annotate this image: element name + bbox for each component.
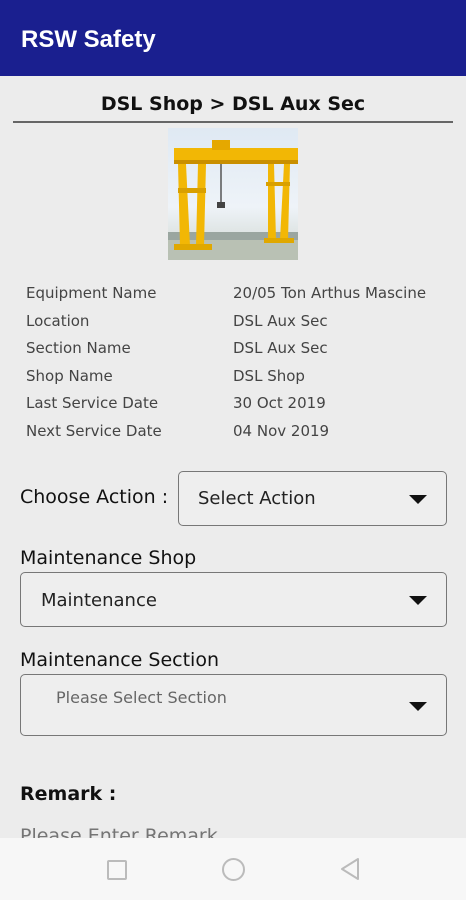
detail-label: Section Name	[26, 339, 131, 358]
detail-row: Next Service Date 04 Nov 2019	[26, 422, 456, 450]
action-dropdown[interactable]: Select Action	[178, 471, 447, 526]
detail-row: Shop Name DSL Shop	[26, 367, 456, 395]
breadcrumb: DSL Shop > DSL Aux Sec	[100, 93, 366, 115]
detail-value: DSL Aux Sec	[233, 311, 328, 330]
back-triangle-icon[interactable]	[339, 857, 361, 885]
detail-value: DSL Shop	[233, 366, 305, 385]
detail-value: DSL Aux Sec	[233, 339, 328, 358]
dropdown-arrow-icon	[409, 596, 427, 605]
equipment-photo	[168, 128, 298, 260]
choose-action-label: Choose Action :	[20, 486, 169, 508]
divider	[13, 121, 453, 123]
app-title: RSW Safety	[21, 26, 156, 53]
detail-label: Equipment Name	[26, 284, 157, 302]
dropdown-arrow-icon	[409, 495, 427, 504]
detail-row: Equipment Name 20/05 Ton Arthus Mascine	[26, 284, 456, 312]
remark-label: Remark :	[20, 783, 117, 805]
maintenance-shop-value: Maintenance	[41, 590, 157, 611]
detail-value: 20/05 Ton Arthus Mascine	[233, 284, 427, 302]
recent-apps-square-icon[interactable]	[107, 860, 127, 880]
maintenance-section-dropdown[interactable]: Please Select Section	[20, 674, 447, 736]
maintenance-section-placeholder: Please Select Section	[56, 688, 227, 707]
action-dropdown-value: Select Action	[198, 488, 316, 509]
equipment-details: Equipment Name 20/05 Ton Arthus Mascine …	[26, 284, 456, 450]
detail-row: Section Name DSL Aux Sec	[26, 339, 456, 367]
detail-label: Location	[26, 311, 90, 330]
maintenance-shop-dropdown[interactable]: Maintenance	[20, 572, 447, 627]
detail-row: Location DSL Aux Sec	[26, 312, 456, 340]
detail-value: 04 Nov 2019	[233, 421, 330, 440]
maintenance-section-label: Maintenance Section	[20, 649, 219, 671]
system-nav-bar	[0, 838, 466, 900]
detail-value: 30 Oct 2019	[233, 394, 326, 413]
detail-label: Last Service Date	[26, 394, 159, 413]
maintenance-shop-label: Maintenance Shop	[20, 547, 197, 569]
app-bar: RSW Safety	[0, 0, 466, 76]
detail-label: Shop Name	[26, 366, 113, 385]
dropdown-arrow-icon	[409, 702, 427, 711]
home-circle-icon[interactable]	[222, 858, 245, 881]
detail-row: Last Service Date 30 Oct 2019	[26, 394, 456, 422]
detail-label: Next Service Date	[26, 421, 162, 440]
